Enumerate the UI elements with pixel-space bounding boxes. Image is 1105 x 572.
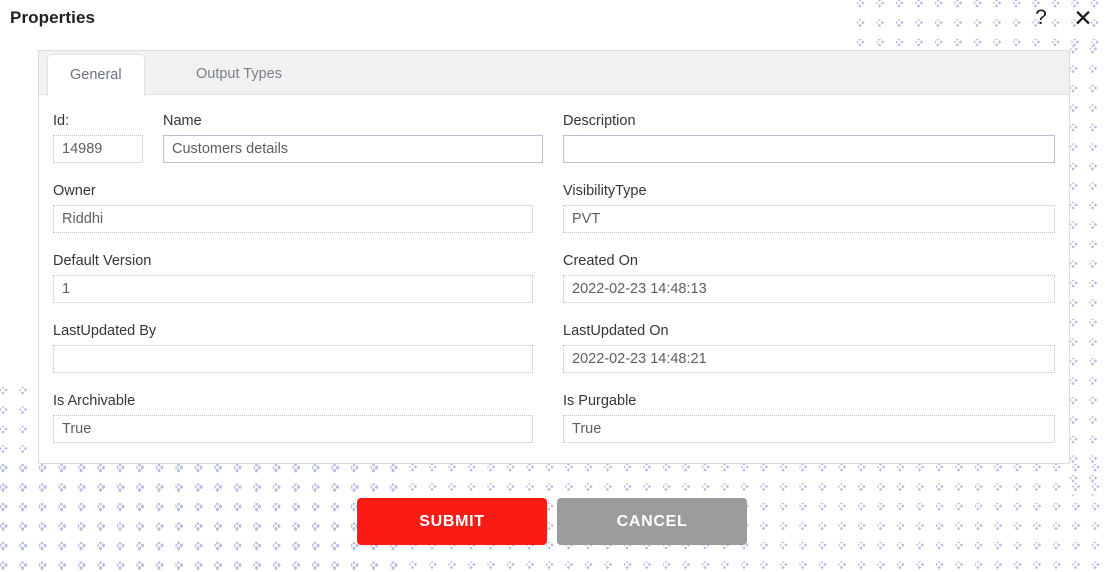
field-lastupdated-by: LastUpdated By <box>53 323 533 373</box>
properties-card: General Output Types Id: 14989 Name Cust… <box>38 50 1070 464</box>
field-name: Name Customers details <box>163 113 543 163</box>
tab-bar: General Output Types <box>39 51 1069 96</box>
page-title: Properties <box>10 8 96 27</box>
field-is-archivable-value[interactable]: True <box>53 415 533 443</box>
field-id-value[interactable]: 14989 <box>53 135 143 163</box>
close-icon[interactable]: ✕ <box>1069 4 1097 32</box>
window-header: Properties ? ✕ <box>0 0 1105 44</box>
tab-output-types[interactable]: Output Types <box>174 54 304 95</box>
field-visibility-type: VisibilityType PVT <box>563 183 1055 233</box>
field-description: Description <box>563 113 1055 163</box>
field-created-on-label: Created On <box>563 253 638 269</box>
field-default-version-label: Default Version <box>53 253 152 269</box>
field-created-on: Created On 2022-02-23 14:48:13 <box>563 253 1055 303</box>
field-name-input[interactable]: Customers details <box>163 135 543 163</box>
field-created-on-value[interactable]: 2022-02-23 14:48:13 <box>563 275 1055 303</box>
decorative-dot-pattern-right <box>1070 46 1105 496</box>
field-visibility-type-value[interactable]: PVT <box>563 205 1055 233</box>
field-name-label: Name <box>163 113 202 129</box>
field-default-version-value[interactable]: 1 <box>53 275 533 303</box>
tab-general[interactable]: General <box>47 54 145 96</box>
field-id: Id: 14989 <box>53 113 143 163</box>
field-is-archivable-label: Is Archivable <box>53 393 136 409</box>
field-owner: Owner Riddhi <box>53 183 533 233</box>
field-visibility-type-label: VisibilityType <box>563 183 647 199</box>
field-lastupdated-by-label: LastUpdated By <box>53 323 157 339</box>
help-icon[interactable]: ? <box>1027 4 1055 32</box>
field-lastupdated-on: LastUpdated On 2022-02-23 14:48:21 <box>563 323 1055 373</box>
field-is-purgable-label: Is Purgable <box>563 393 637 409</box>
cancel-button[interactable]: CANCEL <box>557 498 747 545</box>
field-is-archivable: Is Archivable True <box>53 393 533 443</box>
field-lastupdated-on-label: LastUpdated On <box>563 323 669 339</box>
field-lastupdated-by-value[interactable] <box>53 345 533 373</box>
field-description-label: Description <box>563 113 636 129</box>
field-owner-label: Owner <box>53 183 96 199</box>
field-default-version: Default Version 1 <box>53 253 533 303</box>
field-is-purgable-value[interactable]: True <box>563 415 1055 443</box>
field-owner-value[interactable]: Riddhi <box>53 205 533 233</box>
field-lastupdated-on-value[interactable]: 2022-02-23 14:48:21 <box>563 345 1055 373</box>
decorative-dot-pattern-bottom <box>0 464 1105 572</box>
submit-button[interactable]: SUBMIT <box>357 498 547 545</box>
field-is-purgable: Is Purgable True <box>563 393 1055 443</box>
field-description-input[interactable] <box>563 135 1055 163</box>
field-id-label: Id: <box>53 113 70 129</box>
